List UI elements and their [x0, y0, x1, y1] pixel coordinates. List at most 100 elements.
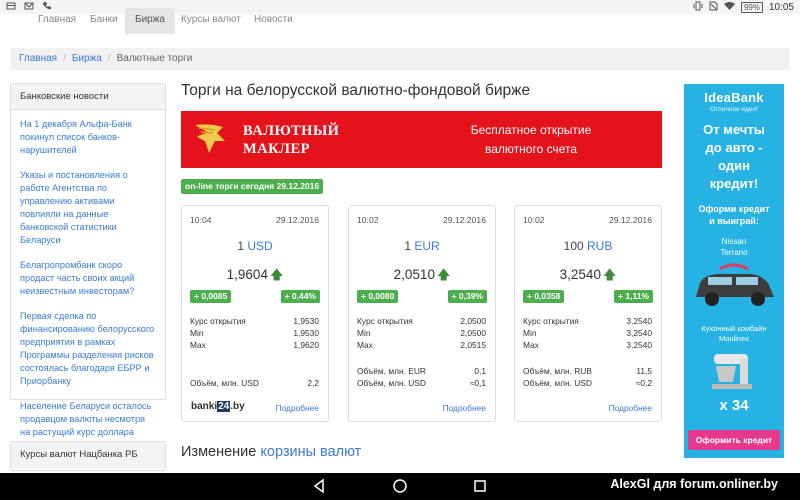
exchange-rate: 3,2540 🡅	[515, 266, 661, 288]
currency-code: USD	[247, 239, 273, 253]
ad-win-line: Оформи кредит	[698, 204, 770, 214]
max-label: Max	[357, 340, 373, 350]
back-icon[interactable]	[311, 478, 327, 494]
open-row: Курс открытия 1,9530	[190, 316, 319, 328]
page-title: Торги на белорусской валютно-фондовой би…	[181, 82, 531, 99]
logo-text: banki	[191, 401, 218, 412]
volume-label: Объём, млн. EUR	[357, 366, 426, 376]
details-link[interactable]: Подробнее	[276, 403, 319, 413]
ad-apply-button[interactable]: Оформить кредит	[688, 430, 780, 450]
exchange-rate: 1,9604 🡅	[182, 266, 328, 288]
change-percent-badge: + 0,39%	[447, 290, 487, 303]
rate-value: 3,2540	[559, 267, 601, 282]
ad-combine-text: Кухонный комбайн Moulinex	[684, 324, 784, 344]
min-row: Min 3,2540	[523, 328, 652, 340]
ideabank-ad[interactable]: IdeaBank Отличное идея! От мечты до авто…	[684, 84, 784, 458]
volume-usd-value: ≈0,2	[635, 378, 652, 388]
max-value: 3,2540	[626, 340, 652, 350]
ad-car-text: Nissan Terrano	[684, 236, 784, 258]
breadcrumb-home[interactable]: Главная	[19, 53, 57, 64]
banner-brand-line2: МАКЛЕР	[243, 141, 311, 157]
volume-value: 11,5	[636, 366, 652, 376]
news-item[interactable]: Первая сделка по финансированию белорусс…	[20, 310, 156, 388]
nav-item-exchange[interactable]: Биржа	[125, 8, 175, 34]
min-value: 3,2540	[626, 328, 652, 338]
amount-value: 1	[237, 239, 244, 253]
currency-amount: 1 USD	[182, 239, 328, 253]
arrow-up-icon: 🡅	[602, 267, 617, 282]
breadcrumb: Главная / Биржа / Валютные торги	[10, 48, 790, 70]
news-item[interactable]: Указы и постановления о работе Агентства…	[20, 169, 156, 247]
details-link[interactable]: Подробнее	[609, 403, 652, 413]
news-list: На 1 декабря Альфа-Банк покинул список б…	[11, 110, 165, 439]
online-trading-badge: on-line торги сегодня 29.12.2016	[181, 179, 324, 194]
rate-card-eur: 10:02 29.12.2016 1 EUR 2,0510 🡅 + 0,0080 …	[348, 205, 496, 422]
max-row: Max 1,9620	[190, 340, 319, 352]
max-row: Max 3,2540	[523, 340, 652, 352]
ad-win-line: и выиграй:	[709, 216, 759, 226]
nav-item-home[interactable]: Главная	[28, 8, 86, 34]
banner-cta-line2: валютного счета	[485, 142, 577, 156]
banner-brand: ВАЛЮТНЫЙ МАКЛЕР	[243, 122, 339, 158]
bank-news-title: Банковские новости	[11, 84, 165, 110]
volume-label: Объём, млн. RUB	[523, 366, 592, 376]
min-label: Min	[523, 328, 537, 338]
news-item[interactable]: На 1 декабря Альфа-Банк покинул список б…	[20, 118, 156, 157]
open-value: 1,9530	[293, 316, 319, 326]
trade-date: 29.12.2016	[442, 215, 486, 225]
volume-row: Объём, млн. EUR 0,1	[357, 366, 486, 378]
basket-section-title: Изменение корзины валют	[181, 444, 361, 460]
breadcrumb-section[interactable]: Биржа	[72, 53, 102, 64]
exchange-rate: 2,0510 🡅	[349, 266, 495, 288]
ad-headline-line: От мечты	[703, 122, 765, 137]
open-row: Курс открытия 3,2540	[523, 316, 652, 328]
banki24-logo[interactable]: banki24.by	[191, 401, 245, 412]
home-icon[interactable]	[392, 478, 408, 494]
rate-value: 1,9604	[226, 267, 268, 282]
min-value: 2,0500	[460, 328, 486, 338]
amount-value: 100	[563, 239, 584, 253]
mixer-icon	[712, 354, 752, 389]
min-row: Min 1,9530	[190, 328, 319, 340]
open-value: 3,2540	[626, 316, 652, 326]
nav-item-news[interactable]: Новости	[244, 8, 303, 34]
ad-headline: От мечты до авто - один кредит!	[684, 121, 784, 193]
ad-combine-line: Moulinex	[718, 334, 749, 343]
volume-usd-label: Объём, млн. USD	[357, 378, 426, 388]
nbrb-rates-title: Курсы валют Нацбанка РБ	[11, 442, 165, 468]
logo-number: 24	[217, 401, 231, 412]
nav-item-banks[interactable]: Банки	[80, 8, 128, 34]
amount-value: 1	[404, 239, 411, 253]
trade-time: 10:02	[357, 215, 379, 225]
recent-apps-icon[interactable]	[472, 478, 488, 494]
logo-tld: .by	[230, 401, 245, 412]
volume-usd-row: Объём, млн. USD ≈0,1	[357, 378, 486, 390]
change-absolute-badge: + 0,0085	[190, 290, 232, 303]
ad-car-line: Nissan	[721, 237, 747, 246]
currency-amount: 1 EUR	[349, 239, 495, 253]
max-value: 1,9620	[293, 340, 319, 350]
open-value: 2,0500	[460, 316, 486, 326]
min-row: Min 2,0500	[357, 328, 486, 340]
trade-time: 10:04	[190, 215, 212, 225]
volume-label: Объём, млн. USD	[190, 378, 259, 388]
max-value: 2,0515	[460, 340, 486, 350]
change-absolute-badge: + 0,0080	[357, 290, 399, 303]
volume-value: 2,2	[307, 378, 319, 388]
details-link[interactable]: Подробнее	[443, 403, 486, 413]
banner-brand-line1: ВАЛЮТНЫЙ	[243, 123, 340, 139]
ad-headline-line: кредит!	[709, 176, 759, 191]
basket-link[interactable]: корзины валют	[260, 444, 361, 460]
news-item[interactable]: Белагропромбанк скоро продаст часть свои…	[20, 259, 156, 298]
nav-item-rates[interactable]: Курсы валют	[171, 8, 251, 34]
max-label: Max	[190, 340, 206, 350]
open-row: Курс открытия 2,0500	[357, 316, 486, 328]
top-nav: Главная Банки Биржа Курсы валют Новости	[0, 6, 800, 34]
max-label: Max	[523, 340, 539, 350]
car-icon	[696, 263, 774, 306]
rate-card-usd: 10:04 29.12.2016 1 USD 1,9604 🡅 + 0,0085 …	[181, 205, 329, 422]
valutny-makler-banner[interactable]: ВАЛЮТНЫЙ МАКЛЕР Бесплатное открытие валю…	[181, 111, 662, 168]
currency-code: EUR	[414, 239, 440, 253]
news-item[interactable]: Население Беларуси осталось продавцом ва…	[20, 400, 156, 439]
arrow-up-icon: 🡅	[269, 267, 284, 282]
